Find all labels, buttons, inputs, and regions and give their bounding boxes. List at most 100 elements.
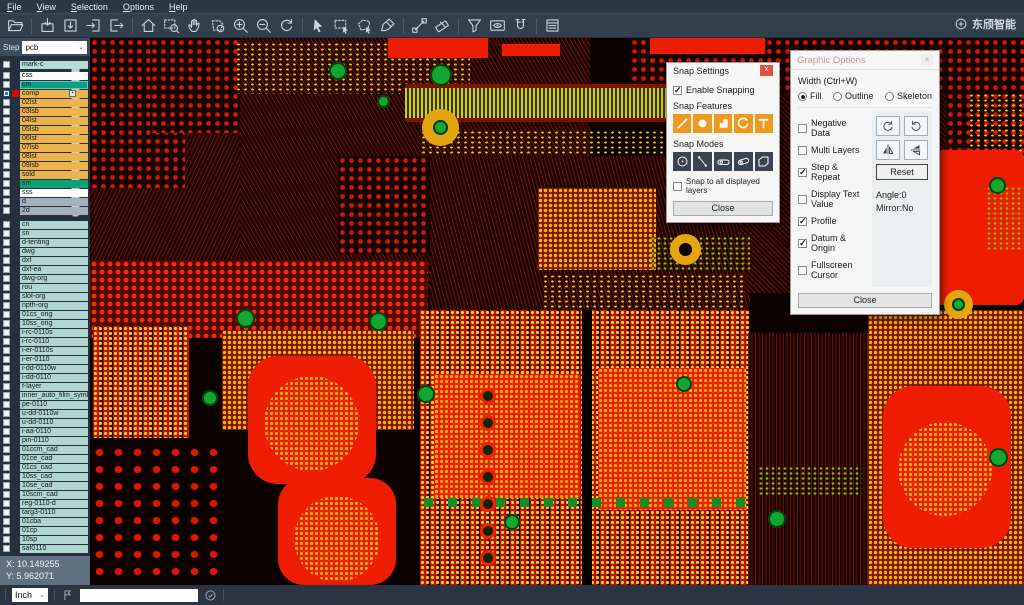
layer-row-10sp[interactable]: 10sp — [0, 535, 90, 544]
layer-visibility-checkbox[interactable] — [3, 446, 10, 453]
layer-visibility-checkbox[interactable] — [3, 491, 10, 498]
layer-row-i-dd-0110[interactable]: i-dd-0110 — [0, 373, 90, 382]
layer-visibility-checkbox[interactable] — [3, 239, 10, 246]
form-editor-icon[interactable] — [541, 15, 564, 36]
width-radio-fill[interactable]: Fill — [798, 91, 822, 101]
menu-selection[interactable]: Selection — [71, 2, 108, 12]
layer-visibility-checkbox[interactable] — [3, 153, 10, 160]
layer-row-cn[interactable]: cn — [0, 220, 90, 229]
layer-row-reg-0110-d[interactable]: reg-0110-d — [0, 499, 90, 508]
layer-row-01cs_orig[interactable]: 01cs_orig — [0, 310, 90, 319]
pan-hand-icon[interactable] — [183, 15, 206, 36]
graphic-option-step-repeat[interactable]: Step & Repeat — [798, 162, 867, 182]
layer-visibility-checkbox[interactable] — [3, 248, 10, 255]
graphic-dialog-titlebar[interactable]: Graphic Options × — [791, 51, 939, 69]
zoom-out-icon[interactable] — [252, 15, 275, 36]
layer-visibility-checkbox[interactable] — [3, 189, 10, 196]
layer-row-sn[interactable]: sn — [0, 229, 90, 238]
snap-mode-slot-button[interactable] — [714, 152, 732, 171]
snap-magnet-icon[interactable] — [509, 15, 532, 36]
snap-feature-pad-button[interactable] — [714, 114, 732, 133]
sign-in-icon[interactable] — [82, 15, 105, 36]
layer-row-08lst[interactable]: 08lst — [0, 152, 90, 161]
layer-row-i-rc-0110s[interactable]: i-rc-0110s — [0, 328, 90, 337]
layer-row-u-dd-0110[interactable]: u-dd-0110 — [0, 418, 90, 427]
layer-visibility-checkbox[interactable] — [3, 171, 10, 178]
layer-row-10ss_cad[interactable]: 10ss_cad — [0, 472, 90, 481]
snap-mode-center-button[interactable] — [673, 152, 691, 171]
layer-visibility-checkbox[interactable] — [3, 383, 10, 390]
layer-row-dxf[interactable]: dxf — [0, 256, 90, 265]
save-file-icon[interactable] — [59, 15, 82, 36]
close-icon[interactable]: × — [921, 54, 933, 66]
snap-mode-point-button[interactable] — [693, 152, 711, 171]
layer-visibility-checkbox[interactable] — [3, 135, 10, 142]
layer-row-cm[interactable]: cm — [0, 80, 90, 89]
layer-row-u-dd-0110w[interactable]: u-dd-0110w — [0, 409, 90, 418]
snap-dialog-titlebar[interactable]: Snap Settings x — [667, 63, 779, 78]
layer-row-npth-org[interactable]: npth-org — [0, 301, 90, 310]
layer-row-10scm_cad[interactable]: 10scm_cad — [0, 490, 90, 499]
layer-row-02lst[interactable]: 02lst — [0, 98, 90, 107]
zoom-previous-icon[interactable] — [275, 15, 298, 36]
eraser-icon[interactable] — [431, 15, 454, 36]
measure-distance-icon[interactable] — [408, 15, 431, 36]
layer-visibility-checkbox[interactable] — [3, 374, 10, 381]
layer-visibility-checkbox[interactable] — [3, 464, 10, 471]
layer-visibility-checkbox[interactable] — [3, 311, 10, 318]
checkbox[interactable] — [798, 266, 807, 275]
layer-visibility-checkbox[interactable] — [3, 356, 10, 363]
layer-row-07lsb[interactable]: 07lsb — [0, 143, 90, 152]
graphic-option-profile[interactable]: Profile — [798, 216, 867, 226]
layer-row-2d[interactable]: 2d — [0, 206, 90, 215]
layer-visibility-checkbox[interactable] — [3, 509, 10, 516]
layer-row-targ3-0110[interactable]: targ3-0110 — [0, 508, 90, 517]
layer-row-d[interactable]: d — [0, 197, 90, 206]
snap-feature-text-button[interactable] — [755, 114, 773, 133]
checkbox[interactable] — [798, 217, 807, 226]
enable-snapping-checkbox[interactable] — [673, 86, 682, 95]
layer-row-f-layer[interactable]: f-layer — [0, 382, 90, 391]
layer-row-pin-0110[interactable]: pin-0110 — [0, 436, 90, 445]
menu-file[interactable]: File — [7, 2, 22, 12]
layer-visibility-checkbox[interactable] — [3, 284, 10, 291]
width-radio-outline[interactable]: Outline — [833, 91, 874, 101]
layer-visibility-checkbox[interactable] — [3, 162, 10, 169]
layer-visibility-checkbox[interactable] — [3, 527, 10, 534]
layer-row-comp[interactable]: comp▪ — [0, 89, 90, 98]
layer-visibility-checkbox[interactable] — [3, 117, 10, 124]
layer-row-css[interactable]: css — [0, 71, 90, 80]
layer-visibility-checkbox[interactable] — [3, 108, 10, 115]
select-arrow-icon[interactable] — [307, 15, 330, 36]
layer-visibility-checkbox[interactable] — [3, 207, 10, 214]
layer-visibility-checkbox[interactable] — [3, 428, 10, 435]
layer-row-i-er-0110s[interactable]: i-er-0110s — [0, 346, 90, 355]
layer-row-sm[interactable]: sm — [0, 179, 90, 188]
checkbox[interactable] — [798, 195, 807, 204]
unit-select[interactable]: Inch ⌄ — [12, 588, 48, 602]
layer-visibility-checkbox[interactable] — [3, 198, 10, 205]
layer-visibility-checkbox[interactable] — [3, 437, 10, 444]
menu-view[interactable]: View — [37, 2, 56, 12]
layer-visibility-checkbox[interactable] — [3, 329, 10, 336]
close-icon[interactable]: x — [760, 65, 773, 76]
layer-visibility-checkbox[interactable] — [3, 410, 10, 417]
graphic-option-multi-layers[interactable]: Multi Layers — [798, 145, 867, 155]
rotate-ccw-button[interactable] — [904, 116, 928, 136]
layer-visibility-checkbox[interactable] — [3, 180, 10, 187]
checkbox[interactable] — [798, 239, 807, 248]
snap-all-layers-row[interactable]: Snap to all displayed layers — [673, 177, 773, 195]
graphic-close-button[interactable]: Close — [798, 293, 932, 308]
layer-visibility-checkbox[interactable] — [3, 392, 10, 399]
import-file-icon[interactable] — [36, 15, 59, 36]
layer-visibility-checkbox[interactable] — [3, 72, 10, 79]
layer-visibility-checkbox[interactable] — [3, 99, 10, 106]
checkbox[interactable] — [798, 146, 807, 155]
layer-visibility-checkbox[interactable] — [3, 473, 10, 480]
menu-options[interactable]: Options — [123, 2, 154, 12]
reset-button[interactable]: Reset — [876, 164, 928, 180]
layer-row-09lsb[interactable]: 09lsb — [0, 161, 90, 170]
snap-feature-arc-button[interactable] — [734, 114, 752, 133]
layer-visibility-checkbox[interactable] — [3, 518, 10, 525]
menu-help[interactable]: Help — [169, 2, 188, 12]
